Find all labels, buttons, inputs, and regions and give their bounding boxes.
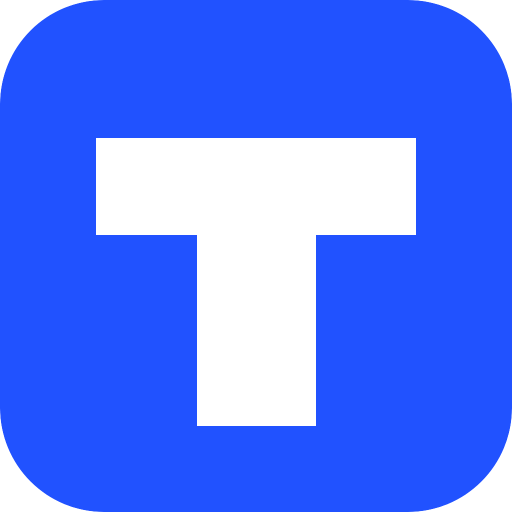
app-icon[interactable]: T xyxy=(0,0,512,512)
t-glyph-stem xyxy=(197,232,316,426)
t-logo-icon xyxy=(0,0,512,512)
t-glyph-crossbar xyxy=(96,138,416,235)
